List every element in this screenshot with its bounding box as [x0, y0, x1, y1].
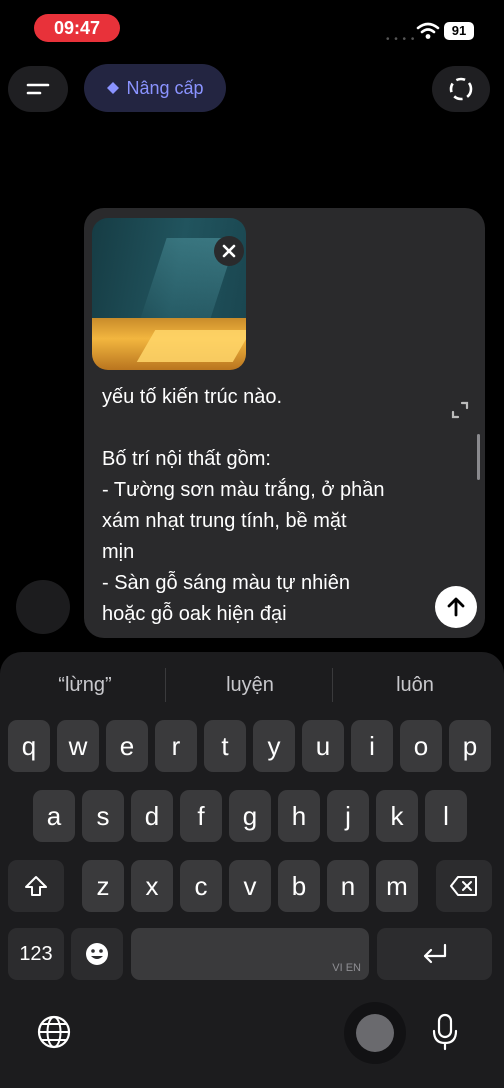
key-e[interactable]: e: [106, 720, 148, 772]
text-line: hoặc gỗ oak hiện đại: [102, 603, 287, 625]
signal-dots: • • • •: [386, 34, 416, 45]
key-p[interactable]: p: [449, 720, 491, 772]
text-line: mịn: [102, 541, 135, 563]
diamond-icon: [107, 82, 120, 94]
space-key[interactable]: VI EN: [131, 928, 369, 980]
menu-button[interactable]: [8, 66, 68, 112]
suggestion-divider: [332, 668, 333, 702]
message-composer[interactable]: yếu tố kiến trúc nào. Bố trí nội thất gồ…: [84, 208, 485, 638]
backspace-icon: [450, 876, 477, 896]
space-language-label: VI EN: [332, 962, 361, 974]
shift-icon: [25, 876, 47, 896]
key-s[interactable]: s: [82, 790, 124, 842]
return-icon: [423, 943, 446, 964]
key-t[interactable]: t: [204, 720, 246, 772]
numbers-key[interactable]: 123: [8, 928, 64, 980]
key-a[interactable]: a: [33, 790, 75, 842]
key-d[interactable]: d: [131, 790, 173, 842]
send-arrow-icon: [447, 597, 465, 617]
text-line: [102, 413, 422, 444]
key-i[interactable]: i: [351, 720, 393, 772]
battery-indicator: 91: [444, 22, 474, 40]
key-x[interactable]: x: [131, 860, 173, 912]
key-b[interactable]: b: [278, 860, 320, 912]
new-chat-button[interactable]: [432, 66, 490, 112]
key-z[interactable]: z: [82, 860, 124, 912]
send-button[interactable]: [435, 586, 477, 628]
key-v[interactable]: v: [229, 860, 271, 912]
voice-mode-button[interactable]: [16, 580, 70, 634]
suggestion[interactable]: luyện: [175, 674, 325, 697]
key-m[interactable]: m: [376, 860, 418, 912]
key-q[interactable]: q: [8, 720, 50, 772]
mic-icon[interactable]: [430, 1012, 460, 1052]
text-line: yếu tố kiến trúc nào.: [102, 386, 283, 408]
emoji-icon: [86, 943, 108, 965]
globe-icon[interactable]: [36, 1014, 72, 1050]
upgrade-button[interactable]: Nâng cấp: [84, 64, 226, 112]
attached-image[interactable]: [92, 218, 246, 370]
suggestion-divider: [165, 668, 166, 702]
keyboard: “lừng” luyện luôn q w e r t y u i o p a …: [0, 652, 504, 1088]
remove-image-button[interactable]: [214, 236, 244, 266]
key-r[interactable]: r: [155, 720, 197, 772]
key-l[interactable]: l: [425, 790, 467, 842]
text-line: - Tường sơn màu trắng, ở phần: [102, 479, 385, 501]
menu-icon: [26, 83, 50, 95]
status-time: 09:47: [34, 14, 120, 42]
key-u[interactable]: u: [302, 720, 344, 772]
suggestion[interactable]: luôn: [340, 674, 490, 697]
key-c[interactable]: c: [180, 860, 222, 912]
suggestion[interactable]: “lừng”: [10, 674, 160, 697]
shift-key[interactable]: [8, 860, 64, 912]
backspace-key[interactable]: [436, 860, 492, 912]
text-line: xám nhạt trung tính, bề mặt: [102, 510, 347, 532]
key-k[interactable]: k: [376, 790, 418, 842]
key-w[interactable]: w: [57, 720, 99, 772]
message-input-text[interactable]: yếu tố kiến trúc nào. Bố trí nội thất gồ…: [102, 382, 422, 630]
key-f[interactable]: f: [180, 790, 222, 842]
key-j[interactable]: j: [327, 790, 369, 842]
key-o[interactable]: o: [400, 720, 442, 772]
text-line: Bố trí nội thất gồm:: [102, 448, 271, 470]
assistive-touch-inner: [356, 1014, 394, 1052]
key-n[interactable]: n: [327, 860, 369, 912]
scrollbar[interactable]: [477, 434, 480, 480]
key-h[interactable]: h: [278, 790, 320, 842]
expand-icon[interactable]: [444, 394, 476, 426]
wifi-icon: [416, 22, 440, 39]
assistive-touch-button[interactable]: [344, 1002, 406, 1064]
key-g[interactable]: g: [229, 790, 271, 842]
text-line: - Sàn gỗ sáng màu tự nhiên: [102, 572, 350, 594]
upgrade-label: Nâng cấp: [126, 77, 204, 98]
key-y[interactable]: y: [253, 720, 295, 772]
close-icon: [222, 244, 236, 258]
new-chat-icon: [449, 77, 473, 101]
image-sun-patch: [136, 330, 246, 362]
return-key[interactable]: [377, 928, 492, 980]
emoji-key[interactable]: [71, 928, 123, 980]
